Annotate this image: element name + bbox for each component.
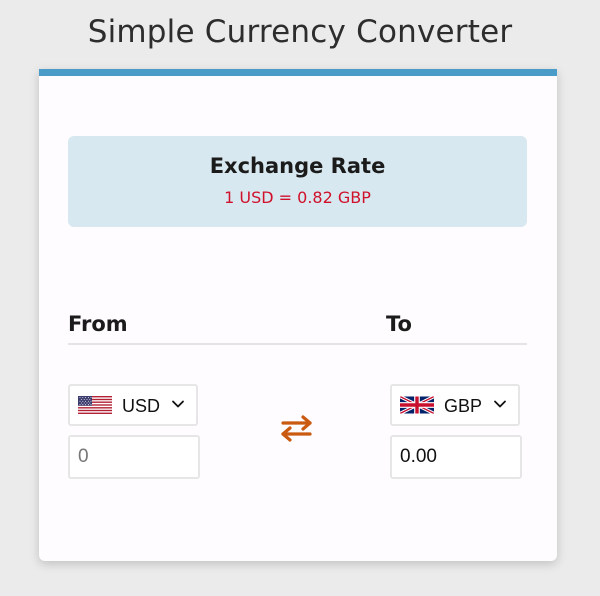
from-currency-code: USD (122, 396, 161, 416)
uk-flag-icon (400, 396, 434, 414)
from-label: From (68, 312, 128, 336)
from-amount-input[interactable] (68, 435, 200, 479)
divider (68, 343, 527, 345)
to-currency-select[interactable]: GBP (390, 384, 520, 426)
from-currency-select[interactable]: USD (68, 384, 198, 426)
chevron-down-icon (172, 400, 184, 408)
swap-arrows-icon[interactable] (279, 414, 315, 442)
us-flag-icon (78, 396, 112, 414)
exchange-rate-title: Exchange Rate (209, 154, 386, 178)
exchange-rate-panel: Exchange Rate 1 USD = 0.82 GBP (68, 136, 527, 227)
converter-card: Exchange Rate 1 USD = 0.82 GBP From To U… (39, 69, 557, 561)
to-label: To (386, 312, 412, 336)
page-title: Simple Currency Converter (87, 14, 513, 50)
chevron-down-icon (494, 400, 506, 408)
to-currency-code: GBP (444, 396, 483, 416)
to-amount-input[interactable] (390, 435, 522, 479)
exchange-rate-value: 1 USD = 0.82 GBP (224, 188, 371, 207)
